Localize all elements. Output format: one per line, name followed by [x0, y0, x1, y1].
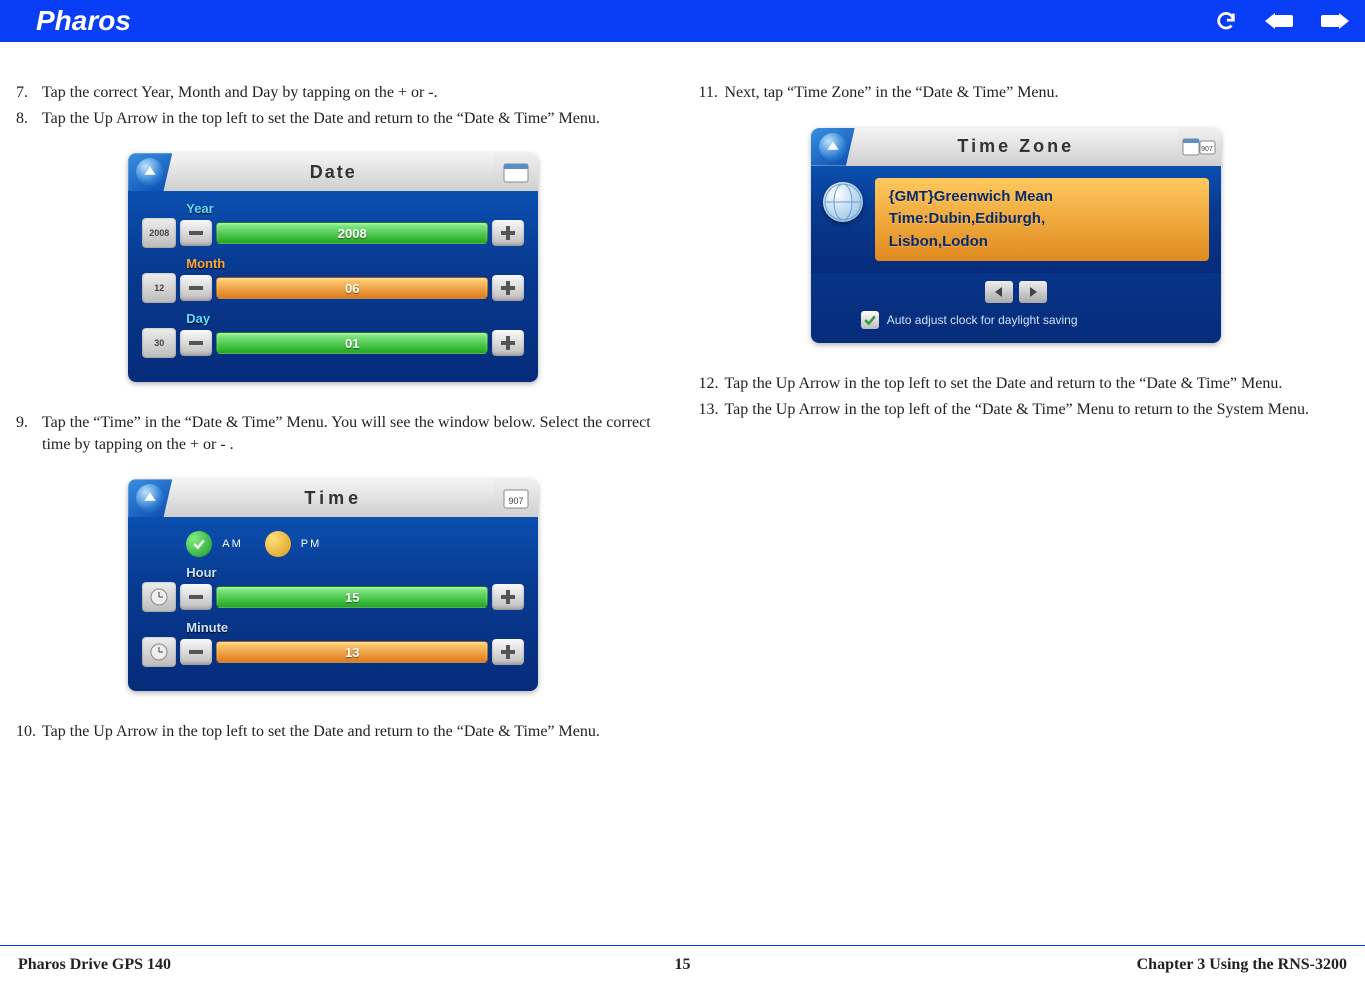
- calendar-icon: [494, 153, 538, 191]
- svg-text:907: 907: [1201, 146, 1213, 153]
- day-row: 30 01: [142, 328, 524, 358]
- panel-header: Time 907: [128, 479, 538, 517]
- panel-body: AM PM Hour 15 Minute 13: [128, 517, 538, 691]
- tz-line: Lisbon,Lodon: [889, 231, 1195, 254]
- minus-button[interactable]: [180, 330, 212, 356]
- panel-title: Time: [172, 488, 494, 509]
- month-label: Month: [186, 256, 524, 271]
- header-icons: [1215, 10, 1349, 32]
- panel-title: Time Zone: [855, 136, 1177, 157]
- globe-icon: [823, 182, 863, 222]
- left-column: 7.Tap the correct Year, Month and Day by…: [12, 82, 655, 747]
- list-item: 9.Tap the “Time” in the “Date & Time” Me…: [12, 412, 655, 455]
- header-bar: Pharos: [0, 0, 1365, 42]
- plus-button[interactable]: [492, 275, 524, 301]
- plus-button[interactable]: [492, 330, 524, 356]
- clock-icon: 907: [494, 479, 538, 517]
- timezone-panel: Time Zone 907 {GMT}Greenwich Mean Time:D…: [811, 128, 1221, 344]
- next-button[interactable]: [1019, 281, 1047, 303]
- pm-label: PM: [301, 538, 322, 550]
- month-icon: 12: [142, 273, 176, 303]
- day-icon: 30: [142, 328, 176, 358]
- svg-text:907: 907: [509, 496, 524, 506]
- minus-button[interactable]: [180, 220, 212, 246]
- up-arrow-button[interactable]: [811, 128, 855, 166]
- step-list: 7.Tap the correct Year, Month and Day by…: [12, 82, 655, 129]
- hour-label: Hour: [186, 565, 524, 580]
- footer-page: 15: [461, 956, 904, 974]
- panel-title: Date: [172, 162, 494, 183]
- panel-body: {GMT}Greenwich Mean Time:Dubin,Ediburgh,…: [811, 166, 1221, 344]
- year-value: 2008: [216, 222, 488, 244]
- minus-button[interactable]: [180, 275, 212, 301]
- footer: Pharos Drive GPS 140 15 Chapter 3 Using …: [0, 945, 1365, 974]
- list-item: 13.Tap the Up Arrow in the top left of t…: [695, 399, 1338, 421]
- auto-adjust-row: Auto adjust clock for daylight saving: [861, 311, 1221, 343]
- pm-button[interactable]: [265, 531, 291, 557]
- list-item: 8.Tap the Up Arrow in the top left to se…: [12, 108, 655, 130]
- panel-header: Date: [128, 153, 538, 191]
- plus-button[interactable]: [492, 639, 524, 665]
- refresh-icon[interactable]: [1215, 10, 1237, 32]
- step-list: 12.Tap the Up Arrow in the top left to s…: [695, 373, 1338, 420]
- hour-row: 15: [142, 582, 524, 612]
- minus-button[interactable]: [180, 639, 212, 665]
- plus-button[interactable]: [492, 584, 524, 610]
- minute-row: 13: [142, 637, 524, 667]
- time-panel: Time 907 AM PM Hour 15: [128, 479, 538, 691]
- am-label: AM: [222, 538, 243, 550]
- minus-button[interactable]: [180, 584, 212, 610]
- up-arrow-button[interactable]: [128, 153, 172, 191]
- list-item: 12.Tap the Up Arrow in the top left to s…: [695, 373, 1338, 395]
- list-item: 11.Next, tap “Time Zone” in the “Date & …: [695, 82, 1338, 104]
- date-panel: Date Year 2008 2008 Month 12 06: [128, 153, 538, 382]
- day-value: 01: [216, 332, 488, 354]
- plus-button[interactable]: [492, 220, 524, 246]
- tz-line: {GMT}Greenwich Mean: [889, 186, 1195, 209]
- list-item: 10.Tap the Up Arrow in the top left to s…: [12, 721, 655, 743]
- content: 7.Tap the correct Year, Month and Day by…: [0, 42, 1365, 767]
- year-row: 2008 2008: [142, 218, 524, 248]
- calendar-clock-icon: 907: [1177, 128, 1221, 166]
- checkbox[interactable]: [861, 311, 879, 329]
- step-list: 10.Tap the Up Arrow in the top left to s…: [12, 721, 655, 743]
- hour-value: 15: [216, 586, 488, 608]
- month-value: 06: [216, 277, 488, 299]
- minute-value: 13: [216, 641, 488, 663]
- up-arrow-button[interactable]: [128, 479, 172, 517]
- right-column: 11.Next, tap “Time Zone” in the “Date & …: [695, 82, 1338, 747]
- forward-icon[interactable]: [1321, 10, 1349, 32]
- timezone-selection[interactable]: {GMT}Greenwich Mean Time:Dubin,Ediburgh,…: [875, 178, 1209, 262]
- footer-left: Pharos Drive GPS 140: [18, 956, 461, 974]
- tz-nav: [811, 281, 1221, 303]
- footer-right: Chapter 3 Using the RNS-3200: [904, 956, 1347, 974]
- step-list: 11.Next, tap “Time Zone” in the “Date & …: [695, 82, 1338, 104]
- back-icon[interactable]: [1265, 10, 1293, 32]
- list-item: 7.Tap the correct Year, Month and Day by…: [12, 82, 655, 104]
- auto-adjust-label: Auto adjust clock for daylight saving: [887, 313, 1078, 327]
- month-row: 12 06: [142, 273, 524, 303]
- ampm-row: AM PM: [186, 531, 524, 557]
- panel-body: Year 2008 2008 Month 12 06 Day 30: [128, 191, 538, 382]
- header-title: Pharos: [36, 5, 131, 37]
- day-label: Day: [186, 311, 524, 326]
- am-button[interactable]: [186, 531, 212, 557]
- year-icon: 2008: [142, 218, 176, 248]
- clock-icon: [142, 637, 176, 667]
- clock-icon: [142, 582, 176, 612]
- panel-header: Time Zone 907: [811, 128, 1221, 166]
- prev-button[interactable]: [985, 281, 1013, 303]
- step-list: 9.Tap the “Time” in the “Date & Time” Me…: [12, 412, 655, 455]
- minute-label: Minute: [186, 620, 524, 635]
- tz-line: Time:Dubin,Ediburgh,: [889, 208, 1195, 231]
- year-label: Year: [186, 201, 524, 216]
